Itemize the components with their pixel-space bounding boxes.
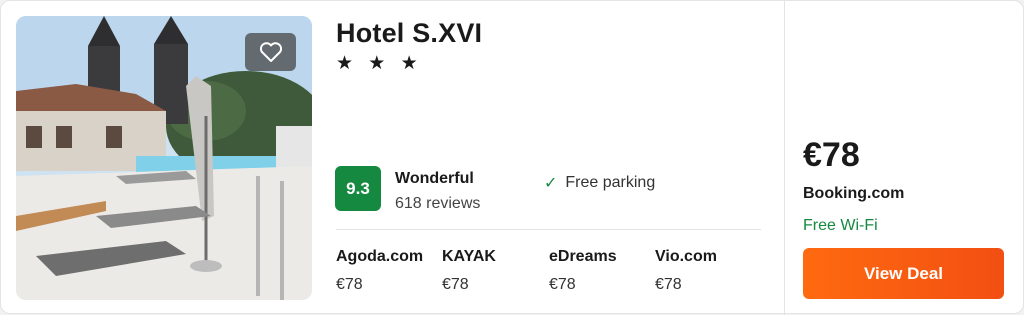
heart-outline-icon	[259, 42, 282, 62]
rating-label: Wonderful	[395, 170, 474, 187]
other-offer-vio[interactable]: Vio.com €78	[655, 248, 717, 294]
best-deal-provider: Booking.com	[803, 185, 905, 202]
other-offer-agoda[interactable]: Agoda.com €78	[336, 248, 423, 294]
best-deal-perk: Free Wi-Fi	[803, 217, 878, 234]
hotel-result-card[interactable]: Hotel S.XVI ★ ★ ★ 9.3 Wonderful 618 revi…	[0, 0, 1024, 315]
offer-site-name: KAYAK	[442, 248, 496, 265]
review-count[interactable]: 618 reviews	[395, 195, 480, 213]
other-offer-edreams[interactable]: eDreams €78	[549, 248, 617, 294]
offer-price: €78	[336, 276, 363, 293]
hotel-name[interactable]: Hotel S.XVI	[336, 18, 482, 49]
offer-site-name: Vio.com	[655, 248, 717, 265]
best-deal-price: €78	[803, 136, 860, 174]
amenity-item: ✓ Free parking	[544, 173, 655, 193]
other-offer-kayak[interactable]: KAYAK €78	[442, 248, 496, 294]
check-icon: ✓	[544, 175, 558, 192]
offer-site-name: eDreams	[549, 248, 617, 265]
deal-column-separator	[784, 1, 785, 315]
star-rating: ★ ★ ★	[336, 53, 423, 74]
rating-score-badge: 9.3	[335, 166, 381, 211]
offer-site-name: Agoda.com	[336, 248, 424, 265]
offer-price: €78	[442, 276, 469, 293]
offer-price: €78	[549, 276, 576, 293]
amenity-label: Free parking	[565, 174, 656, 191]
favorite-button[interactable]	[245, 33, 296, 71]
divider	[336, 229, 761, 230]
view-deal-button[interactable]: View Deal	[803, 248, 1004, 299]
offer-price: €78	[655, 276, 682, 293]
